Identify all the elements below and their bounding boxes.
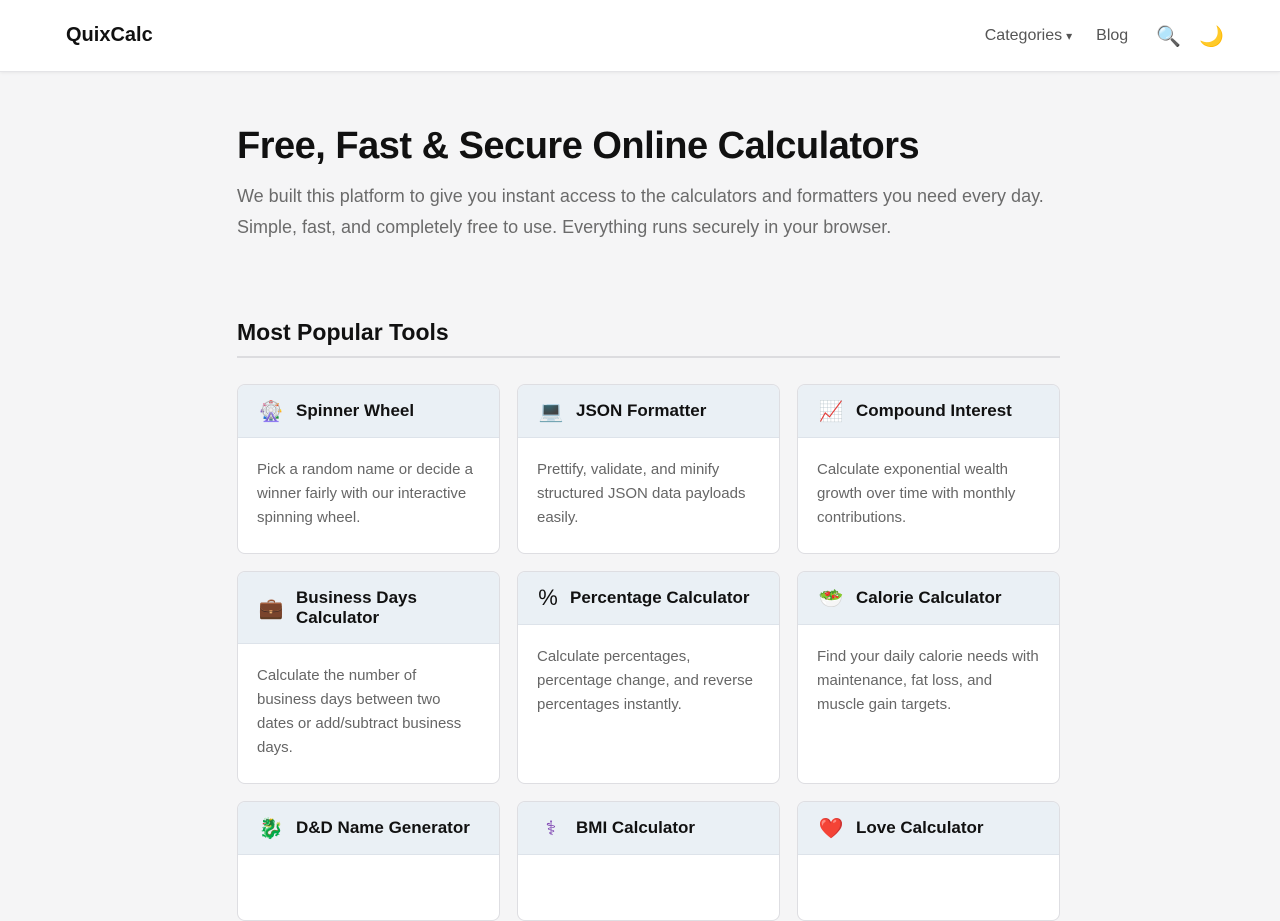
card-header: 💻 JSON Formatter	[518, 385, 779, 438]
main-nav: Categories ▾ Blog 🔍 🌙	[985, 22, 1224, 50]
salad-icon: 🥗	[818, 586, 844, 610]
card-title: Compound Interest	[856, 401, 1012, 420]
nav-blog[interactable]: Blog	[1096, 27, 1128, 45]
main-content: Free, Fast & Secure Online Calculators W…	[237, 72, 1060, 921]
card-description: Calculate percentages, percentage change…	[537, 648, 753, 713]
search-icon[interactable]: 🔍	[1156, 26, 1181, 46]
section-title: Most Popular Tools	[237, 319, 1060, 358]
heart-icon: ❤️	[818, 816, 844, 840]
card-header: 📈 Compound Interest	[798, 385, 1059, 438]
card-description: Prettify, validate, and minify structure…	[537, 461, 746, 526]
card-title: Percentage Calculator	[570, 588, 750, 607]
card-header: ❤️ Love Calculator	[798, 802, 1059, 855]
tool-card-business-days[interactable]: 💼 Business Days Calculator Calculate the…	[237, 571, 500, 784]
card-header: 🎡 Spinner Wheel	[238, 385, 499, 438]
tool-card-compound-interest[interactable]: 📈 Compound Interest Calculate exponentia…	[797, 384, 1060, 554]
card-title: Spinner Wheel	[296, 401, 415, 420]
laptop-icon: 💻	[538, 399, 564, 423]
tool-card-spinner-wheel[interactable]: 🎡 Spinner Wheel Pick a random name or de…	[237, 384, 500, 554]
percent-icon: %	[538, 585, 558, 610]
tool-card-dnd-name-generator[interactable]: 🐉 D&D Name Generator	[237, 801, 500, 921]
tool-card-percentage[interactable]: % Percentage Calculator Calculate percen…	[517, 571, 780, 784]
ferris-wheel-icon: 🎡	[258, 399, 284, 423]
hero-title: Free, Fast & Secure Online Calculators	[237, 125, 920, 167]
moon-icon[interactable]: 🌙	[1199, 26, 1224, 46]
tool-card-calorie[interactable]: 🥗 Calorie Calculator Find your daily cal…	[797, 571, 1060, 784]
card-description: Calculate exponential wealth growth over…	[817, 461, 1016, 526]
dragon-icon: 🐉	[258, 816, 284, 840]
card-header: 🐉 D&D Name Generator	[238, 802, 499, 855]
nav-categories[interactable]: Categories ▾	[985, 27, 1072, 45]
briefcase-icon: 💼	[258, 595, 284, 620]
card-title: Business Days Calculator	[296, 587, 417, 627]
tool-card-bmi[interactable]: ⚕ BMI Calculator	[517, 801, 780, 921]
card-title: JSON Formatter	[576, 401, 707, 420]
card-header: % Percentage Calculator	[518, 572, 779, 625]
card-header: 💼 Business Days Calculator	[238, 572, 499, 644]
hero-description: We built this platform to give you insta…	[237, 186, 1044, 237]
card-description: Find your daily calorie needs with maint…	[817, 648, 1039, 713]
chevron-down-icon: ▾	[1066, 29, 1073, 43]
card-description: Calculate the number of business days be…	[257, 667, 462, 756]
card-title: D&D Name Generator	[296, 818, 470, 837]
site-logo[interactable]: QuixCalc	[66, 24, 153, 47]
card-title: Calorie Calculator	[856, 588, 1002, 607]
tool-card-json-formatter[interactable]: 💻 JSON Formatter Prettify, validate, and…	[517, 384, 780, 554]
tool-card-love[interactable]: ❤️ Love Calculator	[797, 801, 1060, 921]
top-navbar: QuixCalc Categories ▾ Blog 🔍 🌙	[0, 0, 1280, 72]
card-title: BMI Calculator	[576, 818, 696, 837]
chart-up-icon: 📈	[818, 399, 844, 423]
card-header: 🥗 Calorie Calculator	[798, 572, 1059, 625]
card-title: Love Calculator	[856, 818, 984, 837]
nav-categories-label: Categories	[984, 27, 1063, 44]
tools-grid: 🎡 Spinner Wheel Pick a random name or de…	[237, 384, 1060, 921]
card-header: ⚕ BMI Calculator	[518, 802, 779, 855]
medical-symbol-icon: ⚕	[545, 816, 557, 840]
card-description: Pick a random name or decide a winner fa…	[257, 461, 473, 526]
